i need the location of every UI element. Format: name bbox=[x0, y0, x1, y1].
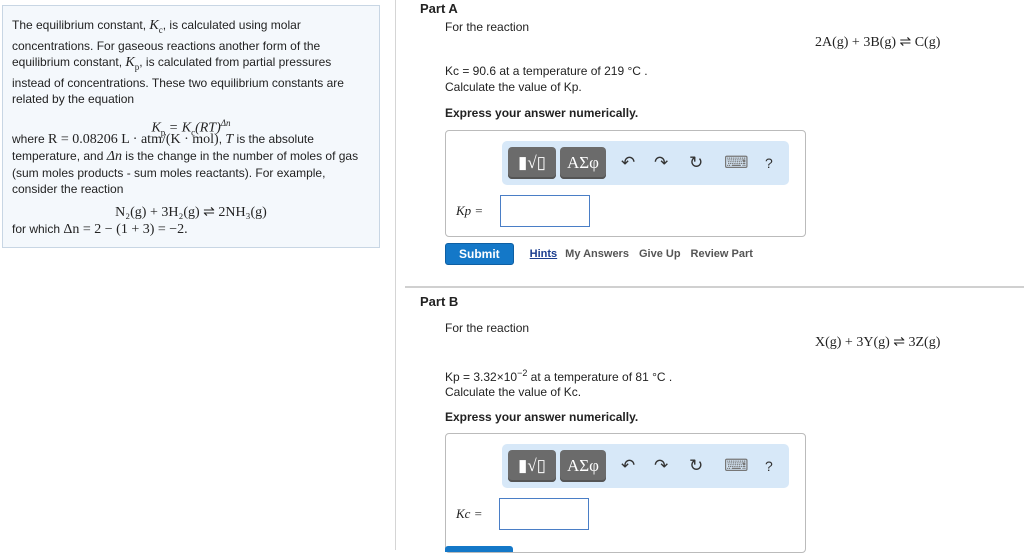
reset-icon[interactable]: ↻ bbox=[689, 153, 703, 173]
part-a-ask: Calculate the value of Kp. bbox=[445, 80, 582, 94]
part-a-instruction: Express your answer numerically. bbox=[445, 106, 639, 120]
keyboard-icon[interactable]: ⌨ bbox=[724, 456, 749, 476]
templates-button[interactable]: ▮√▯ bbox=[508, 450, 556, 482]
part-a-title: Part A bbox=[420, 1, 458, 16]
text: The equilibrium constant, bbox=[12, 18, 150, 32]
my-answers-link[interactable]: My Answers bbox=[565, 248, 629, 260]
part-b-submit-button-partial[interactable] bbox=[445, 546, 513, 552]
text: at a temperature of 81 °C . bbox=[527, 370, 673, 384]
undo-icon[interactable]: ↶ bbox=[621, 153, 635, 173]
kc-symbol: Kc bbox=[149, 18, 163, 35]
help-icon[interactable]: ? bbox=[765, 155, 773, 171]
exponent: −2 bbox=[517, 368, 528, 378]
give-up-link[interactable]: Give Up bbox=[639, 248, 681, 260]
part-a-reaction: 2A(g) + 3B(g) ⇌ C(g) bbox=[815, 35, 941, 50]
submit-button[interactable]: Submit bbox=[445, 243, 514, 265]
intro-paragraph-2: where R = 0.08206 L · atm/(K · mol), T i… bbox=[12, 131, 370, 197]
text: Kp = 3.32×10 bbox=[445, 370, 518, 384]
reset-icon[interactable]: ↻ bbox=[689, 456, 703, 476]
column-divider bbox=[395, 0, 396, 550]
kc-answer-label: Kc = bbox=[456, 506, 483, 521]
greek-symbols-button[interactable]: ΑΣφ bbox=[560, 147, 606, 179]
redo-icon[interactable]: ↷ bbox=[654, 456, 668, 476]
delta-n: Δn bbox=[106, 148, 122, 164]
hints-link[interactable]: Hints bbox=[530, 248, 558, 260]
kc-answer-input[interactable] bbox=[499, 498, 589, 530]
part-b-title: Part B bbox=[420, 294, 459, 309]
kp-answer-input[interactable] bbox=[500, 195, 590, 227]
intro-paragraph-3: for which Δn = 2 − (1 + 3) = −2. bbox=[12, 221, 370, 238]
delta-n-example: Δn = 2 − (1 + 3) = −2. bbox=[63, 221, 188, 237]
r-constant: R = 0.08206 L · atm/(K · mol) bbox=[48, 131, 219, 147]
kp-symbol: Kp bbox=[125, 54, 140, 72]
help-icon[interactable]: ? bbox=[765, 458, 773, 474]
part-a-given: Kc = 90.6 at a temperature of 219 °C . bbox=[445, 64, 648, 78]
keyboard-icon[interactable]: ⌨ bbox=[724, 153, 749, 173]
kp-answer-label: Kp = bbox=[456, 203, 484, 218]
greek-symbols-button[interactable]: ΑΣφ bbox=[560, 450, 606, 482]
example-reaction: N₂(g) + 3H₂(g) ⇌ 2NH₃(g) bbox=[115, 204, 267, 220]
kp-kc-equation: Kp = Kc(RT)Δn bbox=[151, 117, 231, 138]
math-toolbar: ▮√▯ ΑΣφ ↶ ↷ ↻ ⌨ ? bbox=[502, 444, 789, 488]
part-divider bbox=[405, 286, 1024, 288]
undo-icon[interactable]: ↶ bbox=[621, 456, 635, 476]
intro-panel: The equilibrium constant, Kc, is calcula… bbox=[2, 5, 380, 248]
part-b-for-reaction: For the reaction bbox=[445, 321, 530, 335]
part-b-answer-box: ▮√▯ ΑΣφ ↶ ↷ ↻ ⌨ ? Kc = bbox=[445, 433, 806, 553]
text: where bbox=[12, 131, 49, 146]
part-a-actions: Submit Hints My Answers Give Up Review P… bbox=[445, 243, 753, 265]
text: for which bbox=[12, 221, 64, 236]
part-b-given: Kp = 3.32×10−2 at a temperature of 81 °C… bbox=[445, 368, 672, 384]
part-b-instruction: Express your answer numerically. bbox=[445, 410, 639, 424]
templates-button[interactable]: ▮√▯ bbox=[508, 147, 556, 179]
part-a-for-reaction: For the reaction bbox=[445, 20, 530, 34]
part-b-ask: Calculate the value of Kc. bbox=[445, 385, 582, 399]
review-part-link[interactable]: Review Part bbox=[691, 248, 753, 260]
math-toolbar: ▮√▯ ΑΣφ ↶ ↷ ↻ ⌨ ? bbox=[502, 141, 789, 185]
part-a-answer-box: ▮√▯ ΑΣφ ↶ ↷ ↻ ⌨ ? Kp = bbox=[445, 130, 806, 237]
part-b-reaction: X(g) + 3Y(g) ⇌ 3Z(g) bbox=[815, 335, 941, 350]
intro-paragraph-1: The equilibrium constant, Kc, is calcula… bbox=[12, 17, 370, 107]
redo-icon[interactable]: ↷ bbox=[654, 153, 668, 173]
